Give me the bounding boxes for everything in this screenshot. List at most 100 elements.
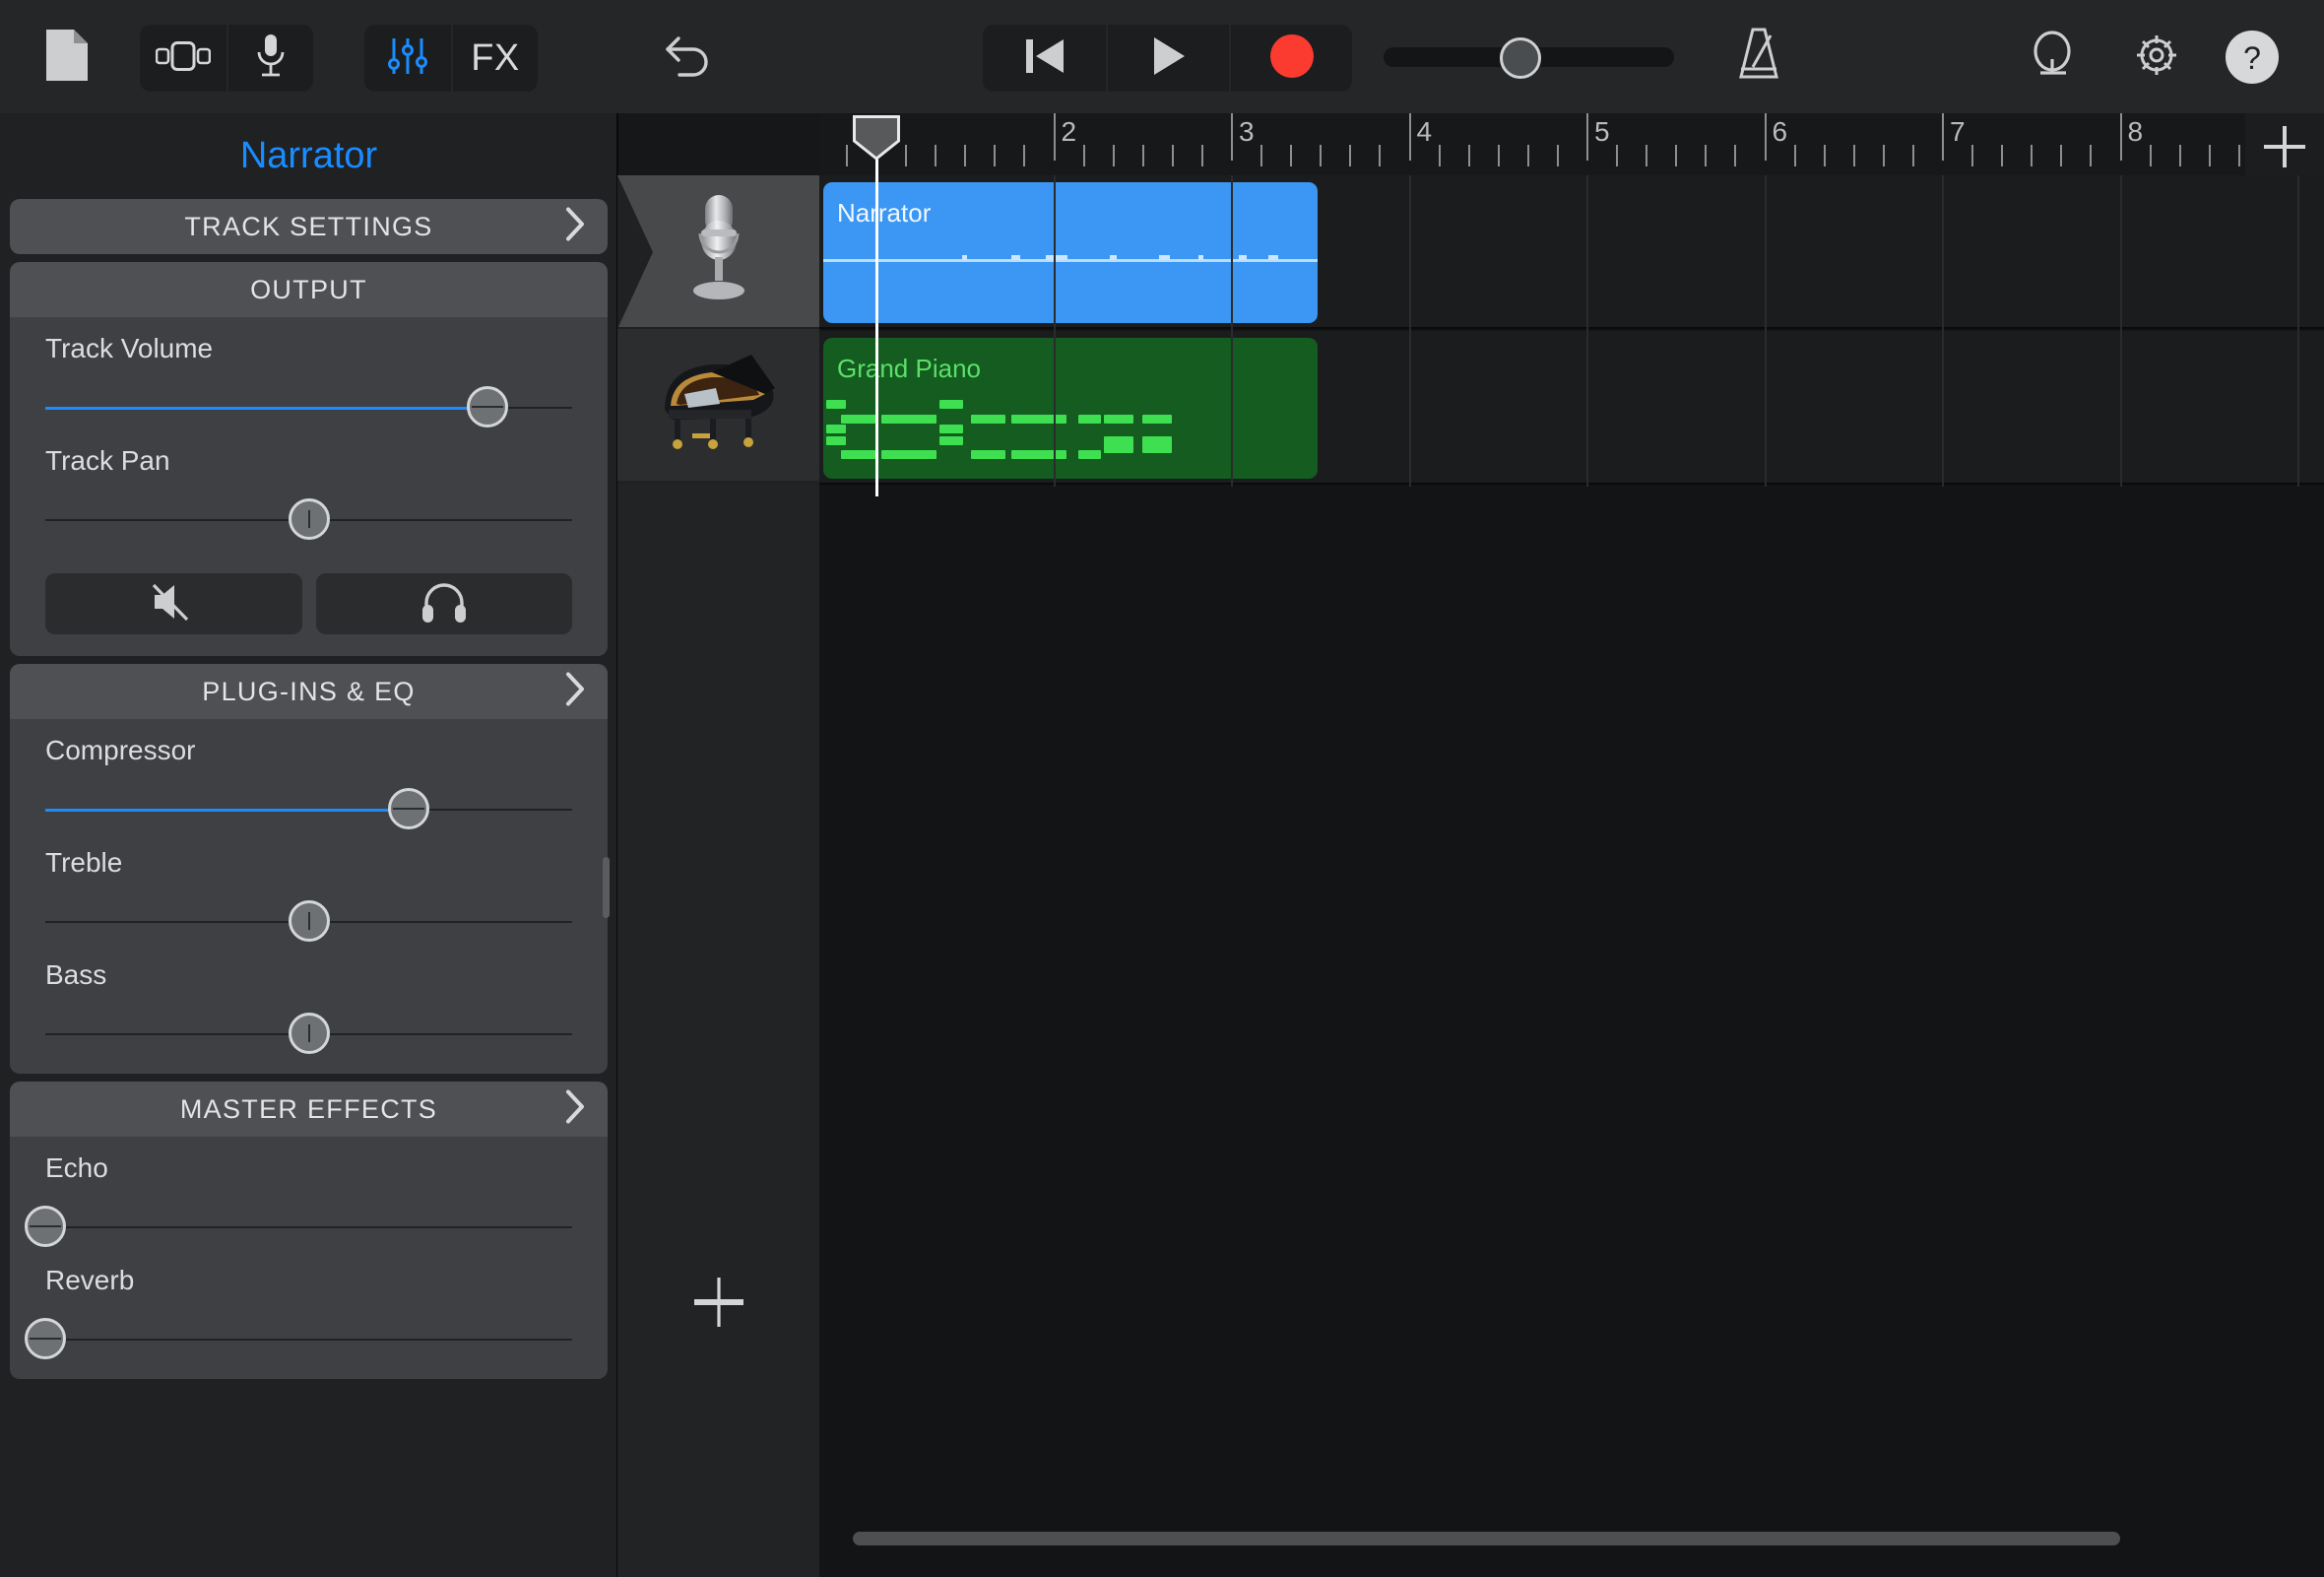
sidebar-item-track-settings[interactable]: TRACK SETTINGS xyxy=(10,199,608,254)
echo-label: Echo xyxy=(45,1152,108,1183)
grid-line xyxy=(1764,175,1767,487)
reverb-row: Reverb xyxy=(10,1249,608,1361)
metronome-button[interactable] xyxy=(1721,22,1796,93)
page-title: Narrator xyxy=(239,135,378,176)
beat-tick xyxy=(1497,145,1500,166)
track-header-narrator[interactable] xyxy=(617,175,819,329)
output-header: OUTPUT xyxy=(10,262,608,317)
master-volume-thumb[interactable] xyxy=(1499,37,1541,79)
midi-note xyxy=(1104,444,1134,453)
track-pan-row: Track Pan xyxy=(10,429,608,542)
reverb-label: Reverb xyxy=(45,1265,135,1295)
compressor-thumb[interactable] xyxy=(388,788,430,829)
record-button[interactable] xyxy=(1229,25,1352,92)
panel-plugins-eq: PLUG-INS & EQ Compressor Treble Bass xyxy=(10,664,608,1074)
document-icon xyxy=(44,28,90,88)
bar-line xyxy=(1942,113,1944,161)
beat-tick xyxy=(2001,145,2004,166)
top-toolbar: FX ? xyxy=(0,0,2324,113)
compressor-label: Compressor xyxy=(45,735,196,765)
solo-button[interactable] xyxy=(315,573,572,634)
bar-line xyxy=(1053,113,1056,161)
beat-tick xyxy=(2208,145,2211,166)
treble-slider[interactable] xyxy=(45,900,572,944)
beat-tick xyxy=(1705,145,1708,166)
track-header-grand-piano[interactable] xyxy=(617,329,819,483)
waveform-peak xyxy=(961,255,967,260)
loop-browser-icon xyxy=(155,40,212,76)
sidebar-resize-handle[interactable] xyxy=(603,857,610,918)
recording-mic-button[interactable] xyxy=(226,25,313,92)
horizontal-scrollbar[interactable] xyxy=(853,1532,2261,1545)
bar-line xyxy=(1408,113,1411,161)
treble-row: Treble xyxy=(10,831,608,944)
sidebar-item-master-effects[interactable]: MASTER EFFECTS xyxy=(10,1082,608,1137)
controls-segment-group: FX xyxy=(364,25,538,92)
compressor-slider[interactable] xyxy=(45,788,572,831)
timeline-ruler[interactable]: 12345678 xyxy=(819,113,2245,175)
transport-controls xyxy=(983,25,1352,92)
rewind-icon xyxy=(1024,37,1065,80)
midi-note xyxy=(939,425,963,433)
region-grand-piano[interactable]: Grand Piano xyxy=(823,338,1318,479)
add-track-button[interactable] xyxy=(617,1253,819,1351)
master-volume-slider[interactable] xyxy=(1384,37,1674,79)
beat-tick xyxy=(1616,145,1619,166)
midi-note xyxy=(826,400,847,409)
bar-number: 6 xyxy=(1772,116,1788,147)
beat-tick xyxy=(1290,145,1293,166)
grid-line xyxy=(1231,175,1233,487)
treble-thumb[interactable] xyxy=(288,900,330,942)
beat-tick xyxy=(1171,145,1174,166)
region-narrator[interactable]: Narrator xyxy=(823,182,1318,323)
mute-button[interactable] xyxy=(45,573,302,634)
fx-button[interactable]: FX xyxy=(451,25,538,92)
track-pan-slider[interactable] xyxy=(45,498,572,542)
settings-button[interactable] xyxy=(2119,22,2194,93)
rewind-button[interactable] xyxy=(983,25,1106,92)
bass-thumb[interactable] xyxy=(288,1013,330,1054)
beat-tick xyxy=(1112,145,1115,166)
beat-tick xyxy=(2060,145,2063,166)
echo-thumb[interactable] xyxy=(25,1206,66,1247)
echo-slider[interactable] xyxy=(25,1206,572,1249)
fx-label: FX xyxy=(471,36,520,79)
timeline-lanes[interactable]: Narrator Grand Piano xyxy=(819,175,2324,1577)
playhead-handle[interactable] xyxy=(853,115,900,161)
compressor-row: Compressor xyxy=(10,719,608,831)
lane-narrator[interactable]: Narrator xyxy=(819,175,2324,329)
region-narrator-label: Narrator xyxy=(837,198,932,228)
echo-row: Echo xyxy=(10,1137,608,1249)
lanes-empty-area[interactable] xyxy=(819,487,2324,1577)
bass-row: Bass xyxy=(10,944,608,1056)
horizontal-scrollbar-thumb[interactable] xyxy=(853,1532,2120,1545)
sidebar-item-plugins-eq[interactable]: PLUG-INS & EQ xyxy=(10,664,608,719)
track-controls-button[interactable] xyxy=(364,25,451,92)
document-button[interactable] xyxy=(32,23,101,92)
play-button[interactable] xyxy=(1106,25,1229,92)
apple-loops-button[interactable] xyxy=(2015,22,2090,93)
track-volume-thumb[interactable] xyxy=(467,386,509,427)
selected-track-notch xyxy=(617,175,653,329)
beat-tick xyxy=(2031,145,2034,166)
beat-tick xyxy=(1023,145,1026,166)
loop-browser-button[interactable] xyxy=(140,25,226,92)
track-pan-thumb[interactable] xyxy=(288,498,330,540)
midi-note xyxy=(939,400,963,409)
beat-tick xyxy=(1646,145,1648,166)
bass-slider[interactable] xyxy=(45,1013,572,1056)
undo-button[interactable] xyxy=(653,23,724,92)
reverb-slider[interactable] xyxy=(25,1318,572,1361)
mute-solo-row xyxy=(10,542,608,638)
track-volume-slider[interactable] xyxy=(45,386,572,429)
help-button[interactable]: ? xyxy=(2221,26,2284,89)
add-region-button[interactable] xyxy=(2261,123,2308,170)
bar-line xyxy=(1586,113,1588,161)
output-body: Track Volume Track Pan xyxy=(10,317,608,656)
help-glyph: ? xyxy=(2243,40,2261,76)
lane-grand-piano[interactable]: Grand Piano xyxy=(819,331,2324,485)
reverb-thumb[interactable] xyxy=(25,1318,66,1359)
midi-note xyxy=(1142,444,1173,453)
master-effects-label: MASTER EFFECTS xyxy=(179,1093,438,1124)
midi-note xyxy=(841,450,876,459)
